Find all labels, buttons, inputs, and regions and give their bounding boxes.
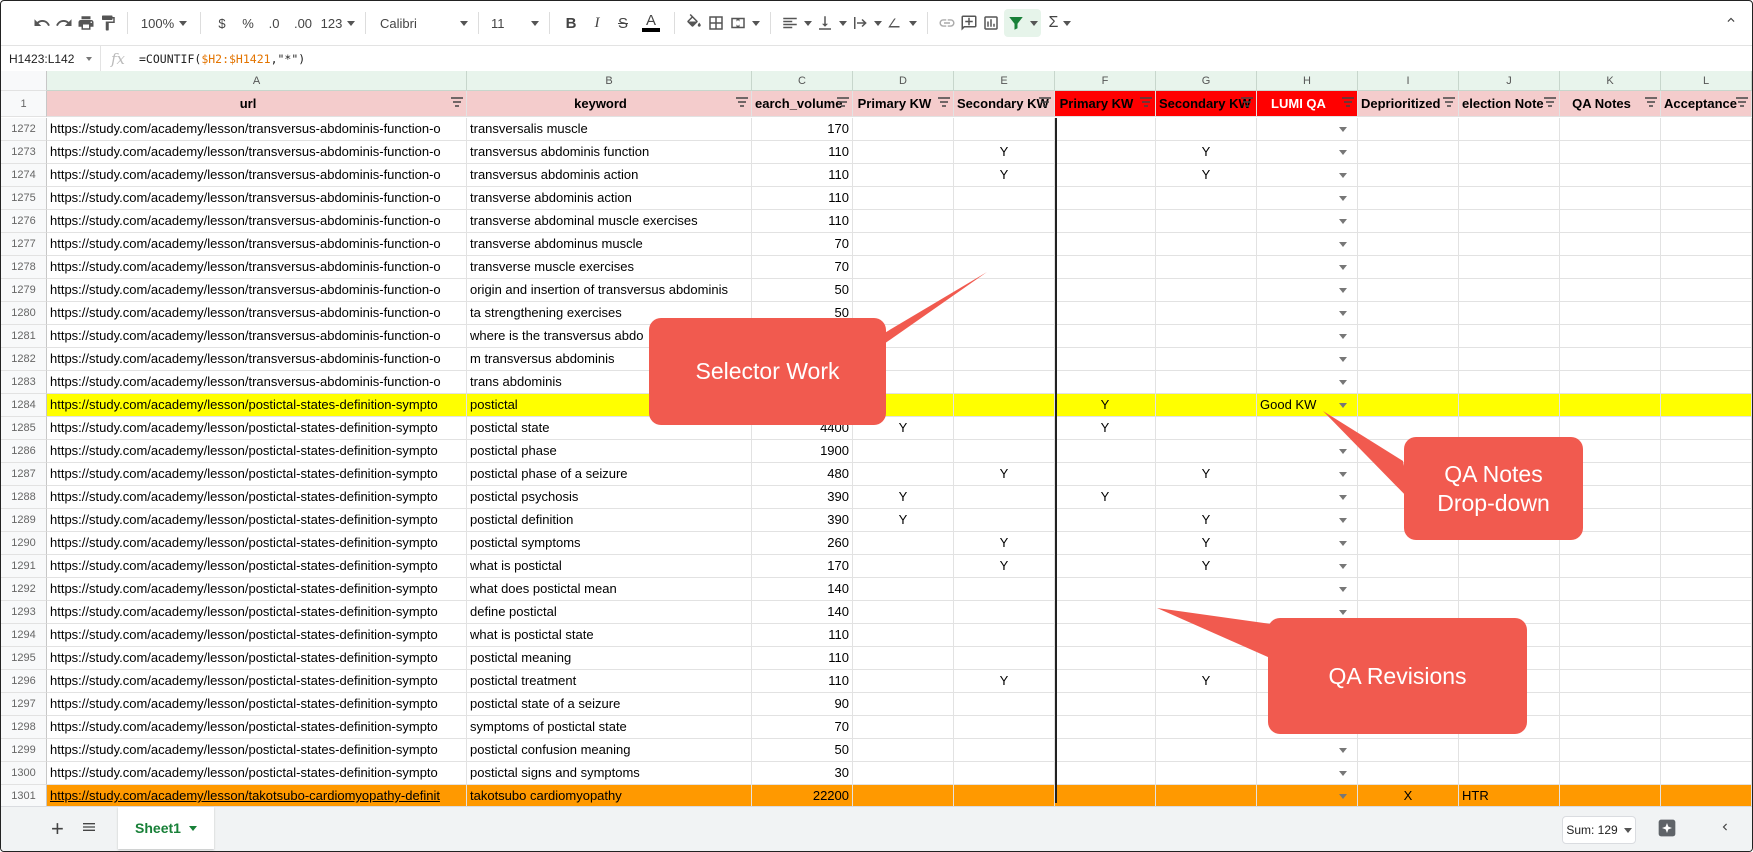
qa-notes-callout: QA Notes Drop-down xyxy=(1404,437,1583,540)
add-sheet-icon[interactable]: + xyxy=(51,816,64,842)
qa-notes-label-line1: QA Notes xyxy=(1444,460,1543,487)
spreadsheet-window: 100% $ % .0 .00 123 Calibri 11 B I S A Σ xyxy=(0,0,1753,852)
sheet-tab-label: Sheet1 xyxy=(135,820,181,836)
sheet-tab-sheet1[interactable]: Sheet1 xyxy=(118,807,214,849)
sheet-tab-chevron-icon xyxy=(188,825,197,831)
side-panel-toggle-icon[interactable] xyxy=(1718,820,1732,839)
sum-value: Sum: 129 xyxy=(1566,823,1618,837)
qa-revisions-label: QA Revisions xyxy=(1328,662,1467,689)
selector-work-label: Selector Work xyxy=(695,358,840,384)
sum-indicator[interactable]: Sum: 129 xyxy=(1562,816,1636,844)
qa-revisions-pointer xyxy=(1157,608,1277,661)
qa-revisions-callout: QA Revisions xyxy=(1268,618,1527,734)
explore-icon[interactable] xyxy=(1657,818,1677,843)
all-sheets-icon[interactable] xyxy=(81,819,97,840)
qa-notes-pointer xyxy=(1323,411,1411,501)
selector-work-callout: Selector Work xyxy=(649,318,886,425)
qa-notes-label-line2: Drop-down xyxy=(1437,489,1550,516)
sum-chevron-icon xyxy=(1623,827,1632,833)
sheet-bar: + Sheet1 Sum: 129 xyxy=(1,806,1752,851)
